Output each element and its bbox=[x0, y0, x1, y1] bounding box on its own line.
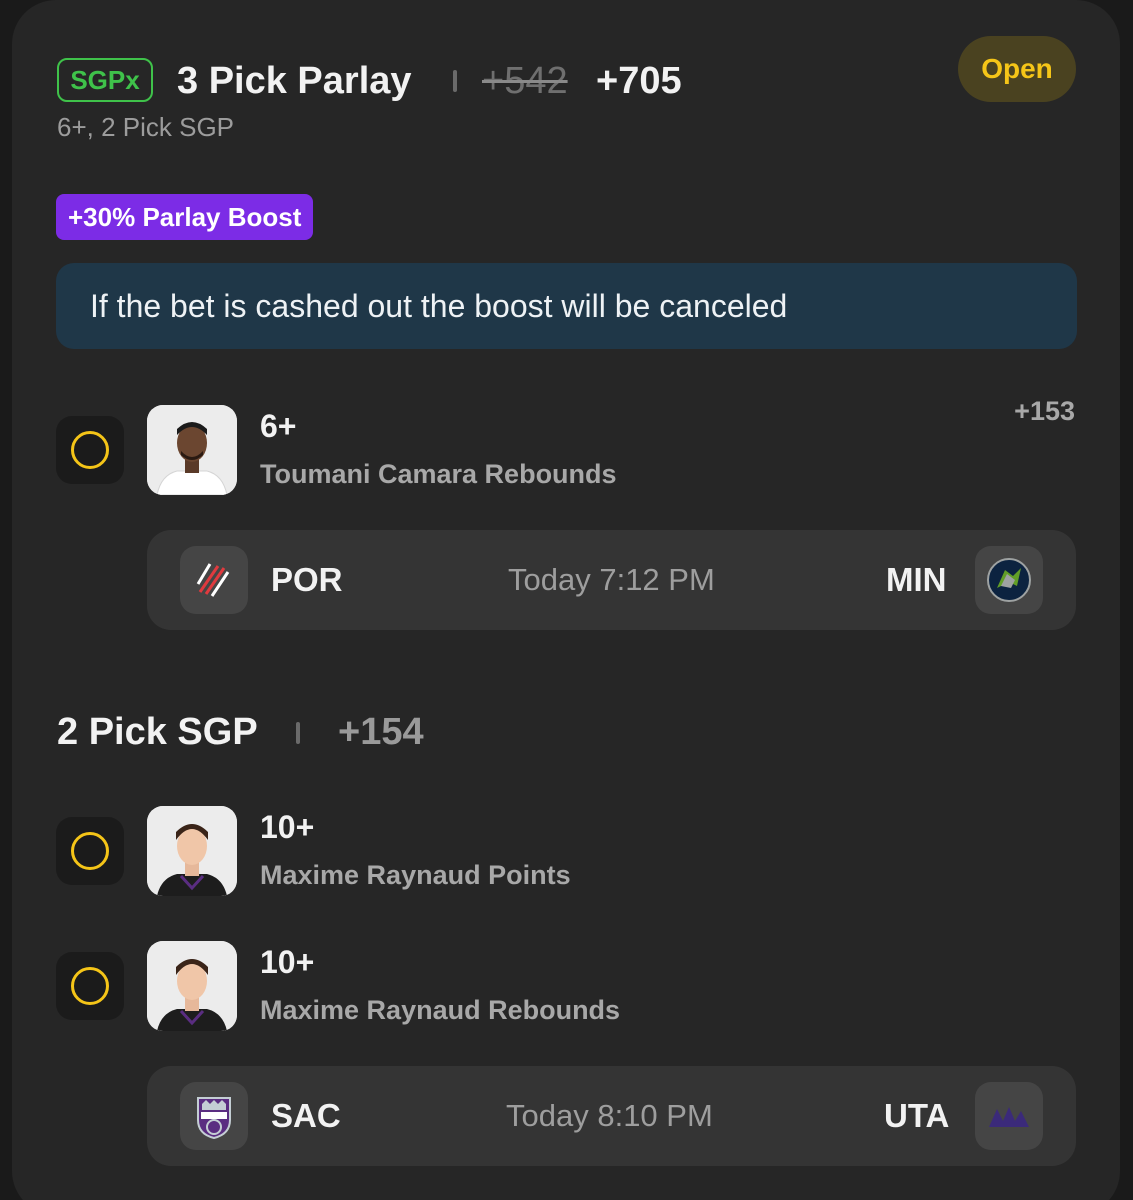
pending-circle-icon bbox=[71, 431, 109, 469]
pending-circle-icon bbox=[71, 832, 109, 870]
sgp-title: 2 Pick SGP bbox=[57, 711, 258, 753]
away-team: SAC bbox=[271, 1097, 341, 1134]
leg-status-icon bbox=[56, 952, 124, 1020]
original-odds: +542 bbox=[482, 60, 568, 102]
away-team: POR bbox=[271, 561, 343, 598]
boosted-odds: +705 bbox=[596, 60, 682, 102]
leg-status-icon bbox=[56, 817, 124, 885]
leg-description: Maxime Raynaud Points bbox=[260, 860, 571, 890]
player-photo-maxime-raynaud[interactable] bbox=[147, 806, 237, 896]
leg-description: Toumani Camara Rebounds bbox=[260, 459, 617, 489]
timberwolves-logo bbox=[975, 546, 1043, 614]
leg-description: Maxime Raynaud Rebounds bbox=[260, 995, 621, 1025]
leg-status-icon bbox=[56, 416, 124, 484]
boost-notice: If the bet is cashed out the boost will … bbox=[56, 263, 1077, 349]
leg-line: 10+ bbox=[260, 809, 315, 845]
jazz-logo bbox=[975, 1082, 1043, 1150]
pending-circle-icon bbox=[71, 967, 109, 1005]
game-time: Today 7:12 PM bbox=[508, 562, 715, 597]
status-badge: Open bbox=[958, 36, 1076, 102]
player-photo-maxime-raynaud[interactable] bbox=[147, 941, 237, 1031]
sgpx-badge: SGPx bbox=[57, 58, 153, 102]
parlay-title: 3 Pick Parlay bbox=[177, 60, 412, 102]
trail-blazers-logo bbox=[180, 546, 248, 614]
home-team: UTA bbox=[884, 1097, 950, 1134]
sgp-separator bbox=[296, 722, 300, 744]
home-team: MIN bbox=[886, 561, 947, 598]
parlay-subtitle: 6+, 2 Pick SGP bbox=[57, 112, 235, 142]
leg-odds: +153 bbox=[1014, 396, 1075, 426]
game-time: Today 8:10 PM bbox=[506, 1098, 713, 1133]
kings-logo bbox=[180, 1082, 248, 1150]
title-separator bbox=[453, 70, 457, 92]
boost-notice-text: If the bet is cashed out the boost will … bbox=[90, 287, 788, 324]
leg-line: 6+ bbox=[260, 408, 297, 444]
player-photo-toumani-camara[interactable] bbox=[147, 405, 237, 495]
sgp-odds: +154 bbox=[338, 711, 424, 753]
leg-line: 10+ bbox=[260, 944, 315, 980]
parlay-boost-badge: +30% Parlay Boost bbox=[56, 194, 314, 240]
